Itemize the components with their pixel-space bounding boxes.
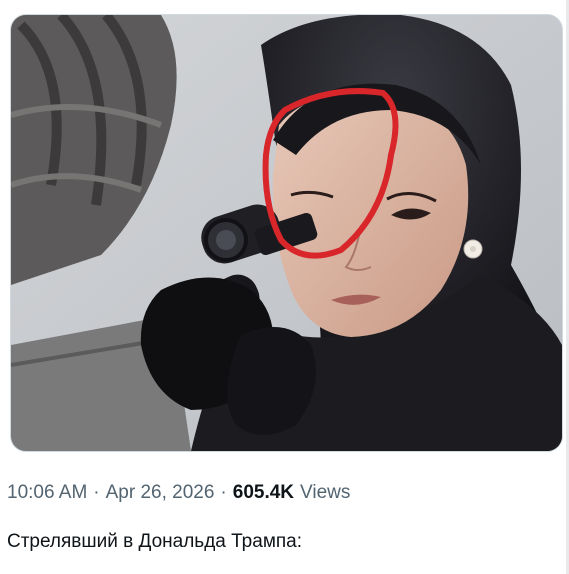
views-count: 605.4K [232,482,295,503]
tweet-time-link[interactable]: 10:06 AM [7,482,87,504]
tweet-photo[interactable] [10,14,563,452]
tweet-text: Стрелявший в Дональда Трампа: [7,531,303,552]
tweet-meta-row: 10:06 AM · Apr 26, 2026 · 605.4K Views [7,480,350,506]
meta-separator: · [93,482,100,503]
photo-illustration [11,15,562,451]
views-label: Views [300,482,351,503]
meta-separator: · [220,482,227,503]
tweet-date-link[interactable]: Apr 26, 2026 [106,482,215,504]
